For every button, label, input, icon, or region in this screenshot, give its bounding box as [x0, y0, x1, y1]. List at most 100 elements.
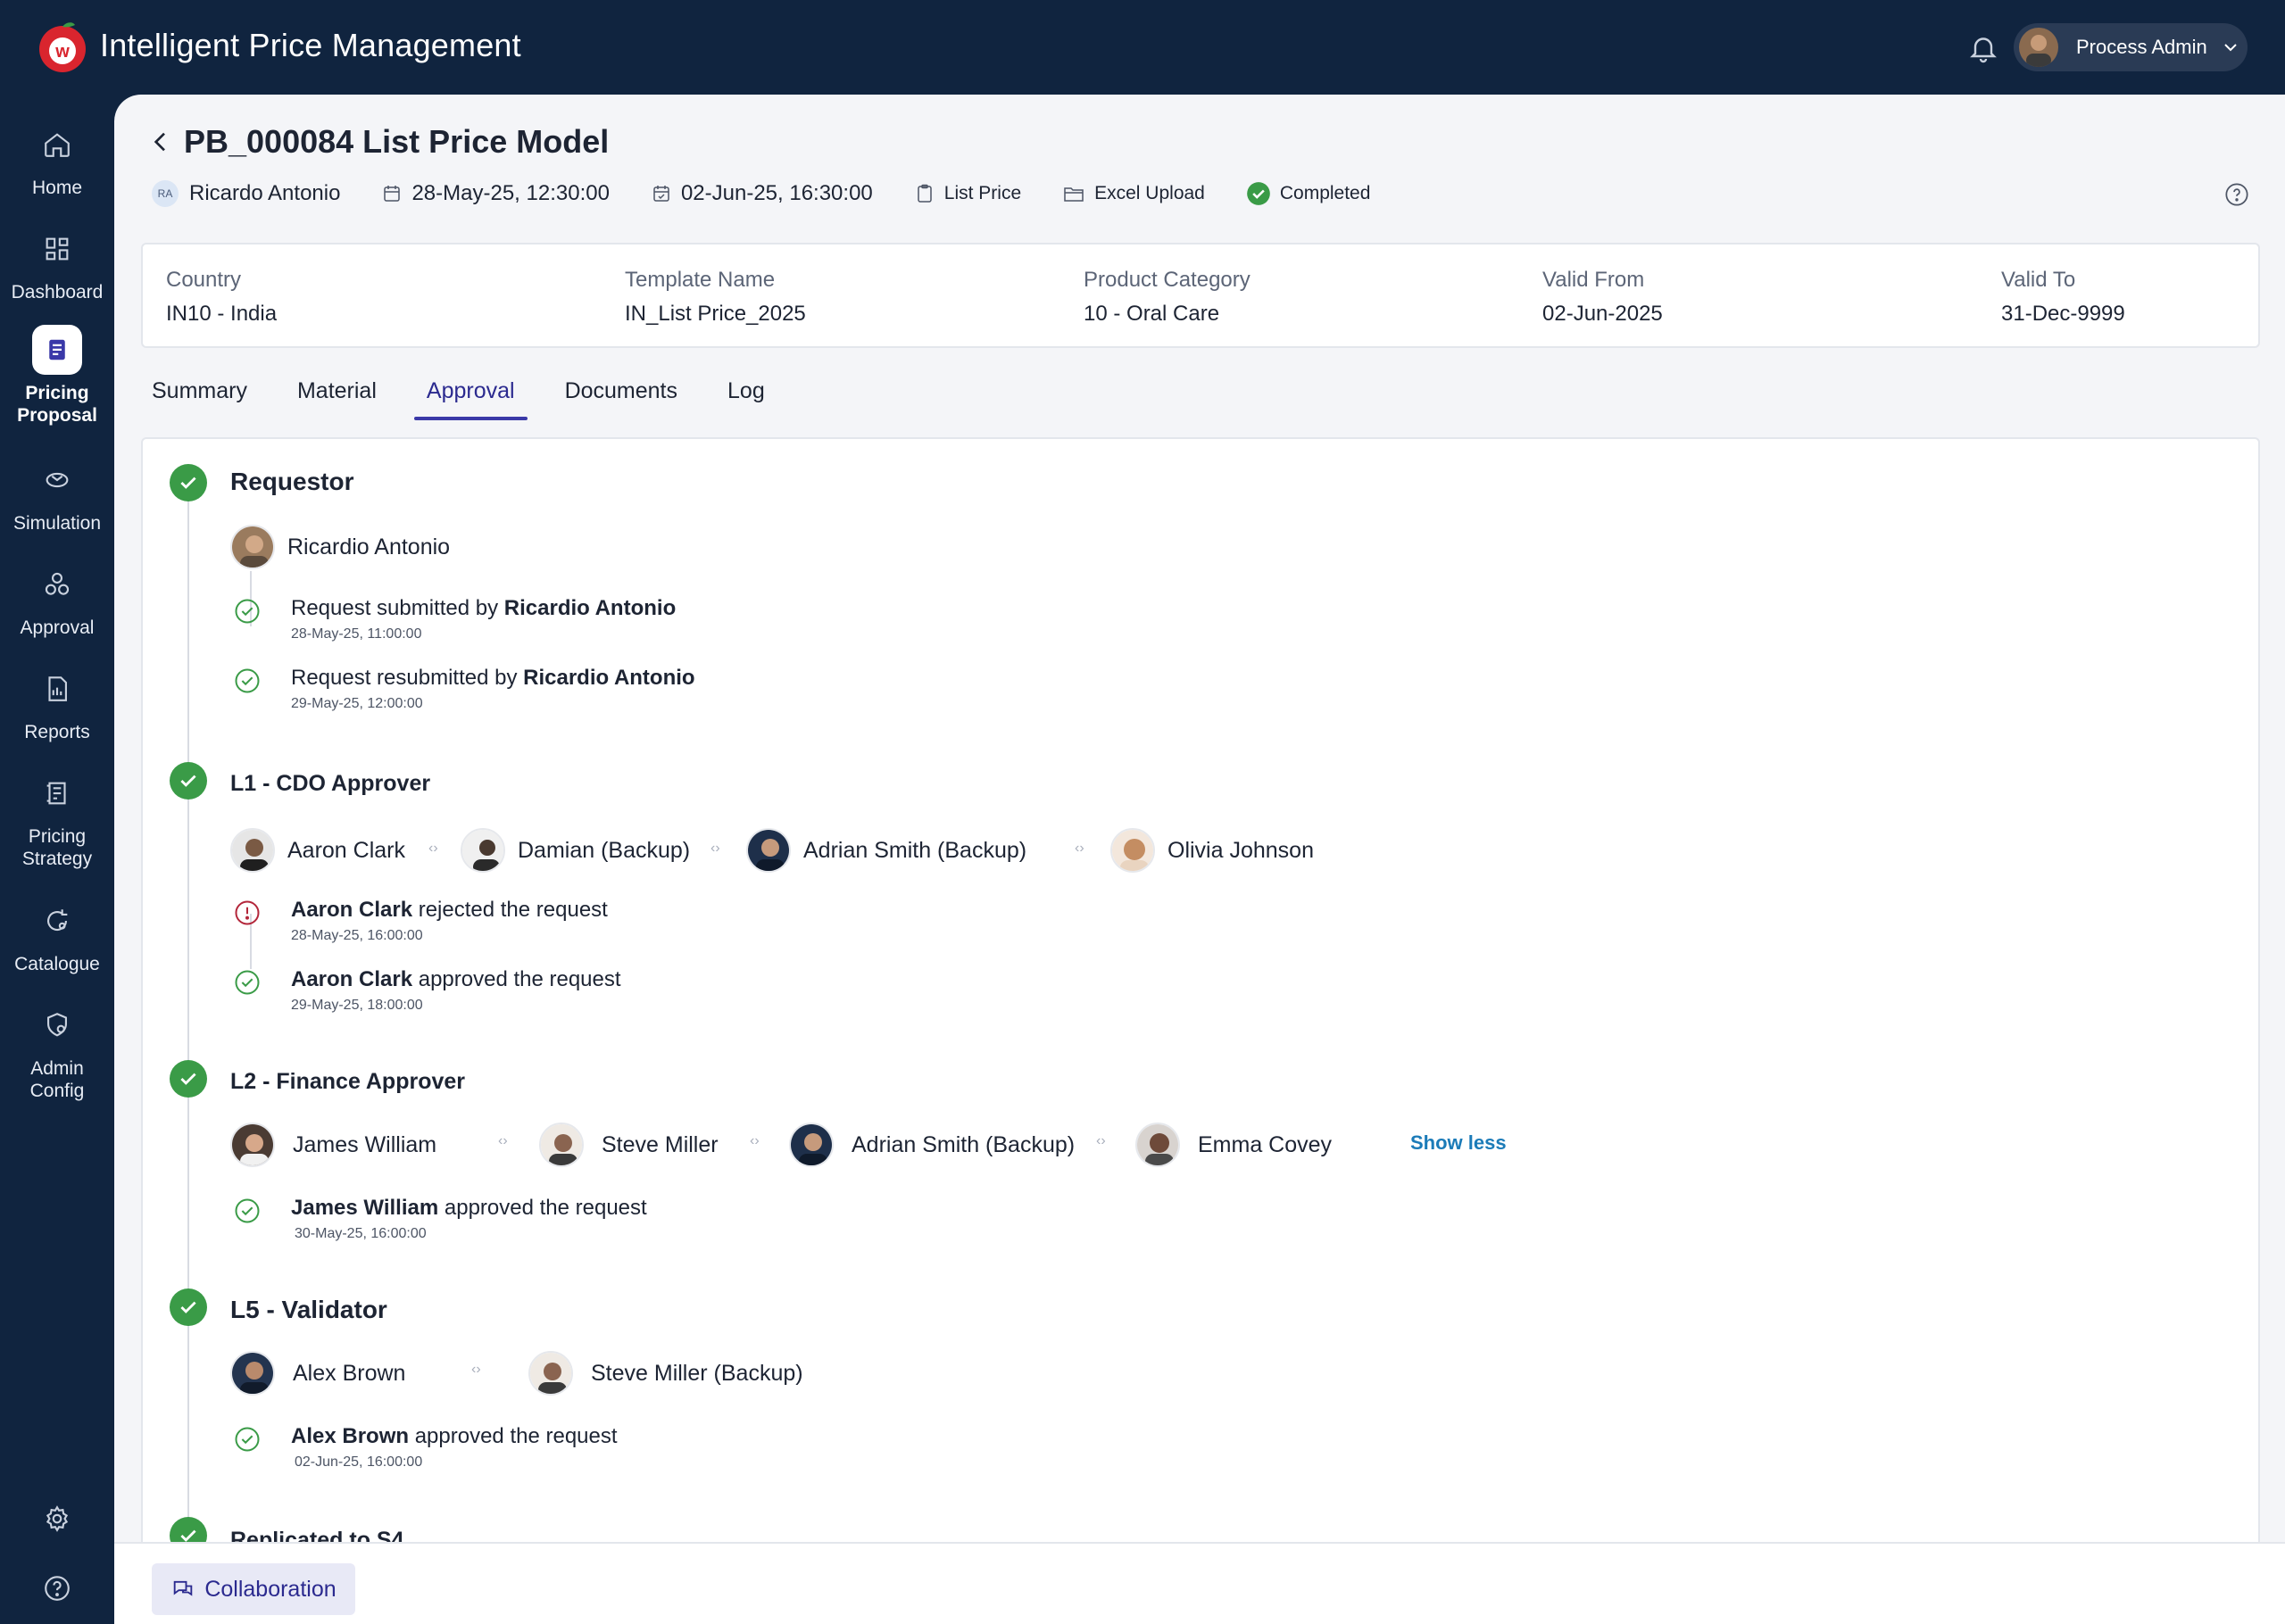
- home-icon: [45, 133, 70, 157]
- collaboration-button[interactable]: Collaboration: [152, 1563, 355, 1615]
- stage-title-l1: L1 - CDO Approver: [230, 771, 431, 796]
- event-suffix: approved the request: [409, 1424, 618, 1448]
- sidebar-item-label: Pricing Proposal: [17, 383, 97, 426]
- approval-icon: [45, 572, 70, 595]
- avatar: [230, 525, 275, 569]
- approver-person: Steve Miller (Backup): [528, 1351, 803, 1396]
- event-actor: James William: [291, 1196, 439, 1220]
- avatar: [461, 828, 505, 873]
- sidebar-item-simulation[interactable]: Simulation: [0, 455, 114, 534]
- sidebar-item-home[interactable]: Home: [0, 120, 114, 199]
- swap-icon: ‹›: [750, 1133, 760, 1148]
- person-name: Aaron Clark: [287, 837, 405, 863]
- sidebar-item-label: Approval: [20, 617, 95, 638]
- tab-summary[interactable]: Summary: [152, 378, 247, 417]
- svg-text:w: w: [54, 42, 70, 62]
- event-suffix: approved the request: [412, 967, 621, 991]
- sidebar-item-label: Dashboard: [11, 282, 104, 302]
- start-date: 28-May-25, 12:30:00: [411, 181, 610, 205]
- event-time: 29-May-25, 18:00:00: [291, 998, 423, 1013]
- help-button[interactable]: [36, 1567, 79, 1610]
- approver-person: Adrian Smith (Backup): [746, 828, 1026, 873]
- tab-bar: Summary Material Approval Documents Log: [152, 378, 815, 420]
- status-meta: Completed: [1246, 181, 1370, 206]
- sidebar-item-label: Reports: [24, 722, 90, 742]
- person-name: Ricardio Antonio: [287, 534, 451, 559]
- info-value: IN_List Price_2025: [625, 302, 806, 326]
- tab-material[interactable]: Material: [297, 378, 377, 417]
- stage-complete-icon: [170, 762, 207, 800]
- event-text: Aaron Clark approved the request: [291, 967, 621, 992]
- show-less-link[interactable]: Show less: [1410, 1131, 1507, 1155]
- avatar: [230, 828, 275, 873]
- event-time: 28-May-25, 16:00:00: [291, 928, 423, 943]
- owner-name: Ricardo Antonio: [189, 181, 341, 205]
- price-type-meta: List Price: [914, 183, 1021, 204]
- person-name: Alex Brown: [293, 1360, 406, 1386]
- info-value: 31-Dec-9999: [2001, 302, 2125, 326]
- approver-person: Adrian Smith (Backup): [789, 1123, 1075, 1167]
- pricing-strategy-icon: [46, 782, 66, 805]
- collaboration-label: Collaboration: [204, 1576, 337, 1602]
- avatar: [746, 828, 791, 873]
- pricing-proposal-icon: [49, 339, 65, 360]
- info-value: 02-Jun-2025: [1542, 302, 1663, 326]
- calendar-check-icon: [653, 186, 669, 202]
- stage-title-l2: L2 - Finance Approver: [230, 1069, 466, 1094]
- sidebar-item-pricing-proposal[interactable]: Pricing Proposal: [0, 325, 114, 427]
- info-value: 10 - Oral Care: [1084, 302, 1220, 326]
- user-name: Process Admin: [2076, 36, 2207, 58]
- notification-bell-icon[interactable]: [1967, 32, 1999, 64]
- user-menu[interactable]: Process Admin: [2014, 23, 2248, 71]
- event-time: 02-Jun-25, 16:00:00: [295, 1454, 423, 1470]
- event-actor: Alex Brown: [291, 1424, 410, 1448]
- app-logo-icon[interactable]: w: [36, 20, 89, 73]
- end-date-meta: 02-Jun-25, 16:30:00: [651, 181, 873, 206]
- sidebar-item-reports[interactable]: Reports: [0, 664, 114, 743]
- settings-button[interactable]: [36, 1497, 79, 1540]
- event-actor: Ricardio Antonio: [503, 596, 677, 620]
- sidebar-item-label: Catalogue: [14, 954, 100, 974]
- help-circle-icon[interactable]: [2224, 182, 2249, 207]
- avatar: [230, 1351, 275, 1396]
- sidebar-item-label: Pricing Strategy: [21, 826, 93, 869]
- avatar: [528, 1351, 573, 1396]
- requestor-person: Ricardio Antonio: [230, 525, 450, 569]
- swap-icon: ‹›: [428, 841, 438, 856]
- simulation-icon: [46, 472, 69, 488]
- event-time: 28-May-25, 11:00:00: [291, 626, 422, 642]
- check-circle-outline-icon: [235, 1427, 260, 1452]
- person-name: Steve Miller (Backup): [591, 1360, 803, 1386]
- sidebar-item-admin-config[interactable]: Admin Config: [0, 1000, 114, 1102]
- check-circle-icon: [1247, 182, 1270, 205]
- sidebar-item-pricing-strategy[interactable]: Pricing Strategy: [0, 768, 114, 870]
- tab-log[interactable]: Log: [727, 378, 765, 417]
- reports-icon: [48, 676, 67, 701]
- event-time: 30-May-25, 16:00:00: [295, 1226, 427, 1241]
- avatar: [1110, 828, 1155, 873]
- event-text: Request submitted by Ricardio Antonio: [291, 596, 676, 621]
- event-time: 29-May-25, 12:00:00: [291, 696, 423, 711]
- sidebar-item-catalogue[interactable]: Catalogue: [0, 896, 114, 975]
- back-arrow-icon[interactable]: [146, 128, 175, 156]
- person-name: Adrian Smith (Backup): [852, 1131, 1076, 1157]
- sidebar-item-approval[interactable]: Approval: [0, 559, 114, 639]
- tab-approval[interactable]: Approval: [413, 378, 528, 420]
- top-bar: w Intelligent Price Management Process A…: [0, 0, 2285, 95]
- tab-documents[interactable]: Documents: [565, 378, 677, 417]
- start-date-meta: 28-May-25, 12:30:00: [381, 181, 610, 206]
- event-actor: Aaron Clark: [291, 898, 413, 922]
- owner-initials-avatar: RA: [152, 180, 179, 207]
- help-icon: [45, 1576, 70, 1601]
- event-suffix: approved the request: [438, 1196, 647, 1220]
- info-label: Country: [166, 268, 242, 292]
- person-name: James William: [293, 1131, 437, 1157]
- stage-complete-icon: [170, 1288, 207, 1326]
- person-name: Olivia Johnson: [1167, 837, 1314, 863]
- stage-title-l5: L5 - Validator: [230, 1296, 387, 1323]
- swap-icon: ‹›: [498, 1133, 508, 1148]
- sidebar-item-dashboard[interactable]: Dashboard: [0, 224, 114, 303]
- swap-icon: ‹›: [1096, 1133, 1106, 1148]
- chevron-down-icon: [2224, 44, 2237, 52]
- event-text: James William approved the request: [291, 1196, 647, 1221]
